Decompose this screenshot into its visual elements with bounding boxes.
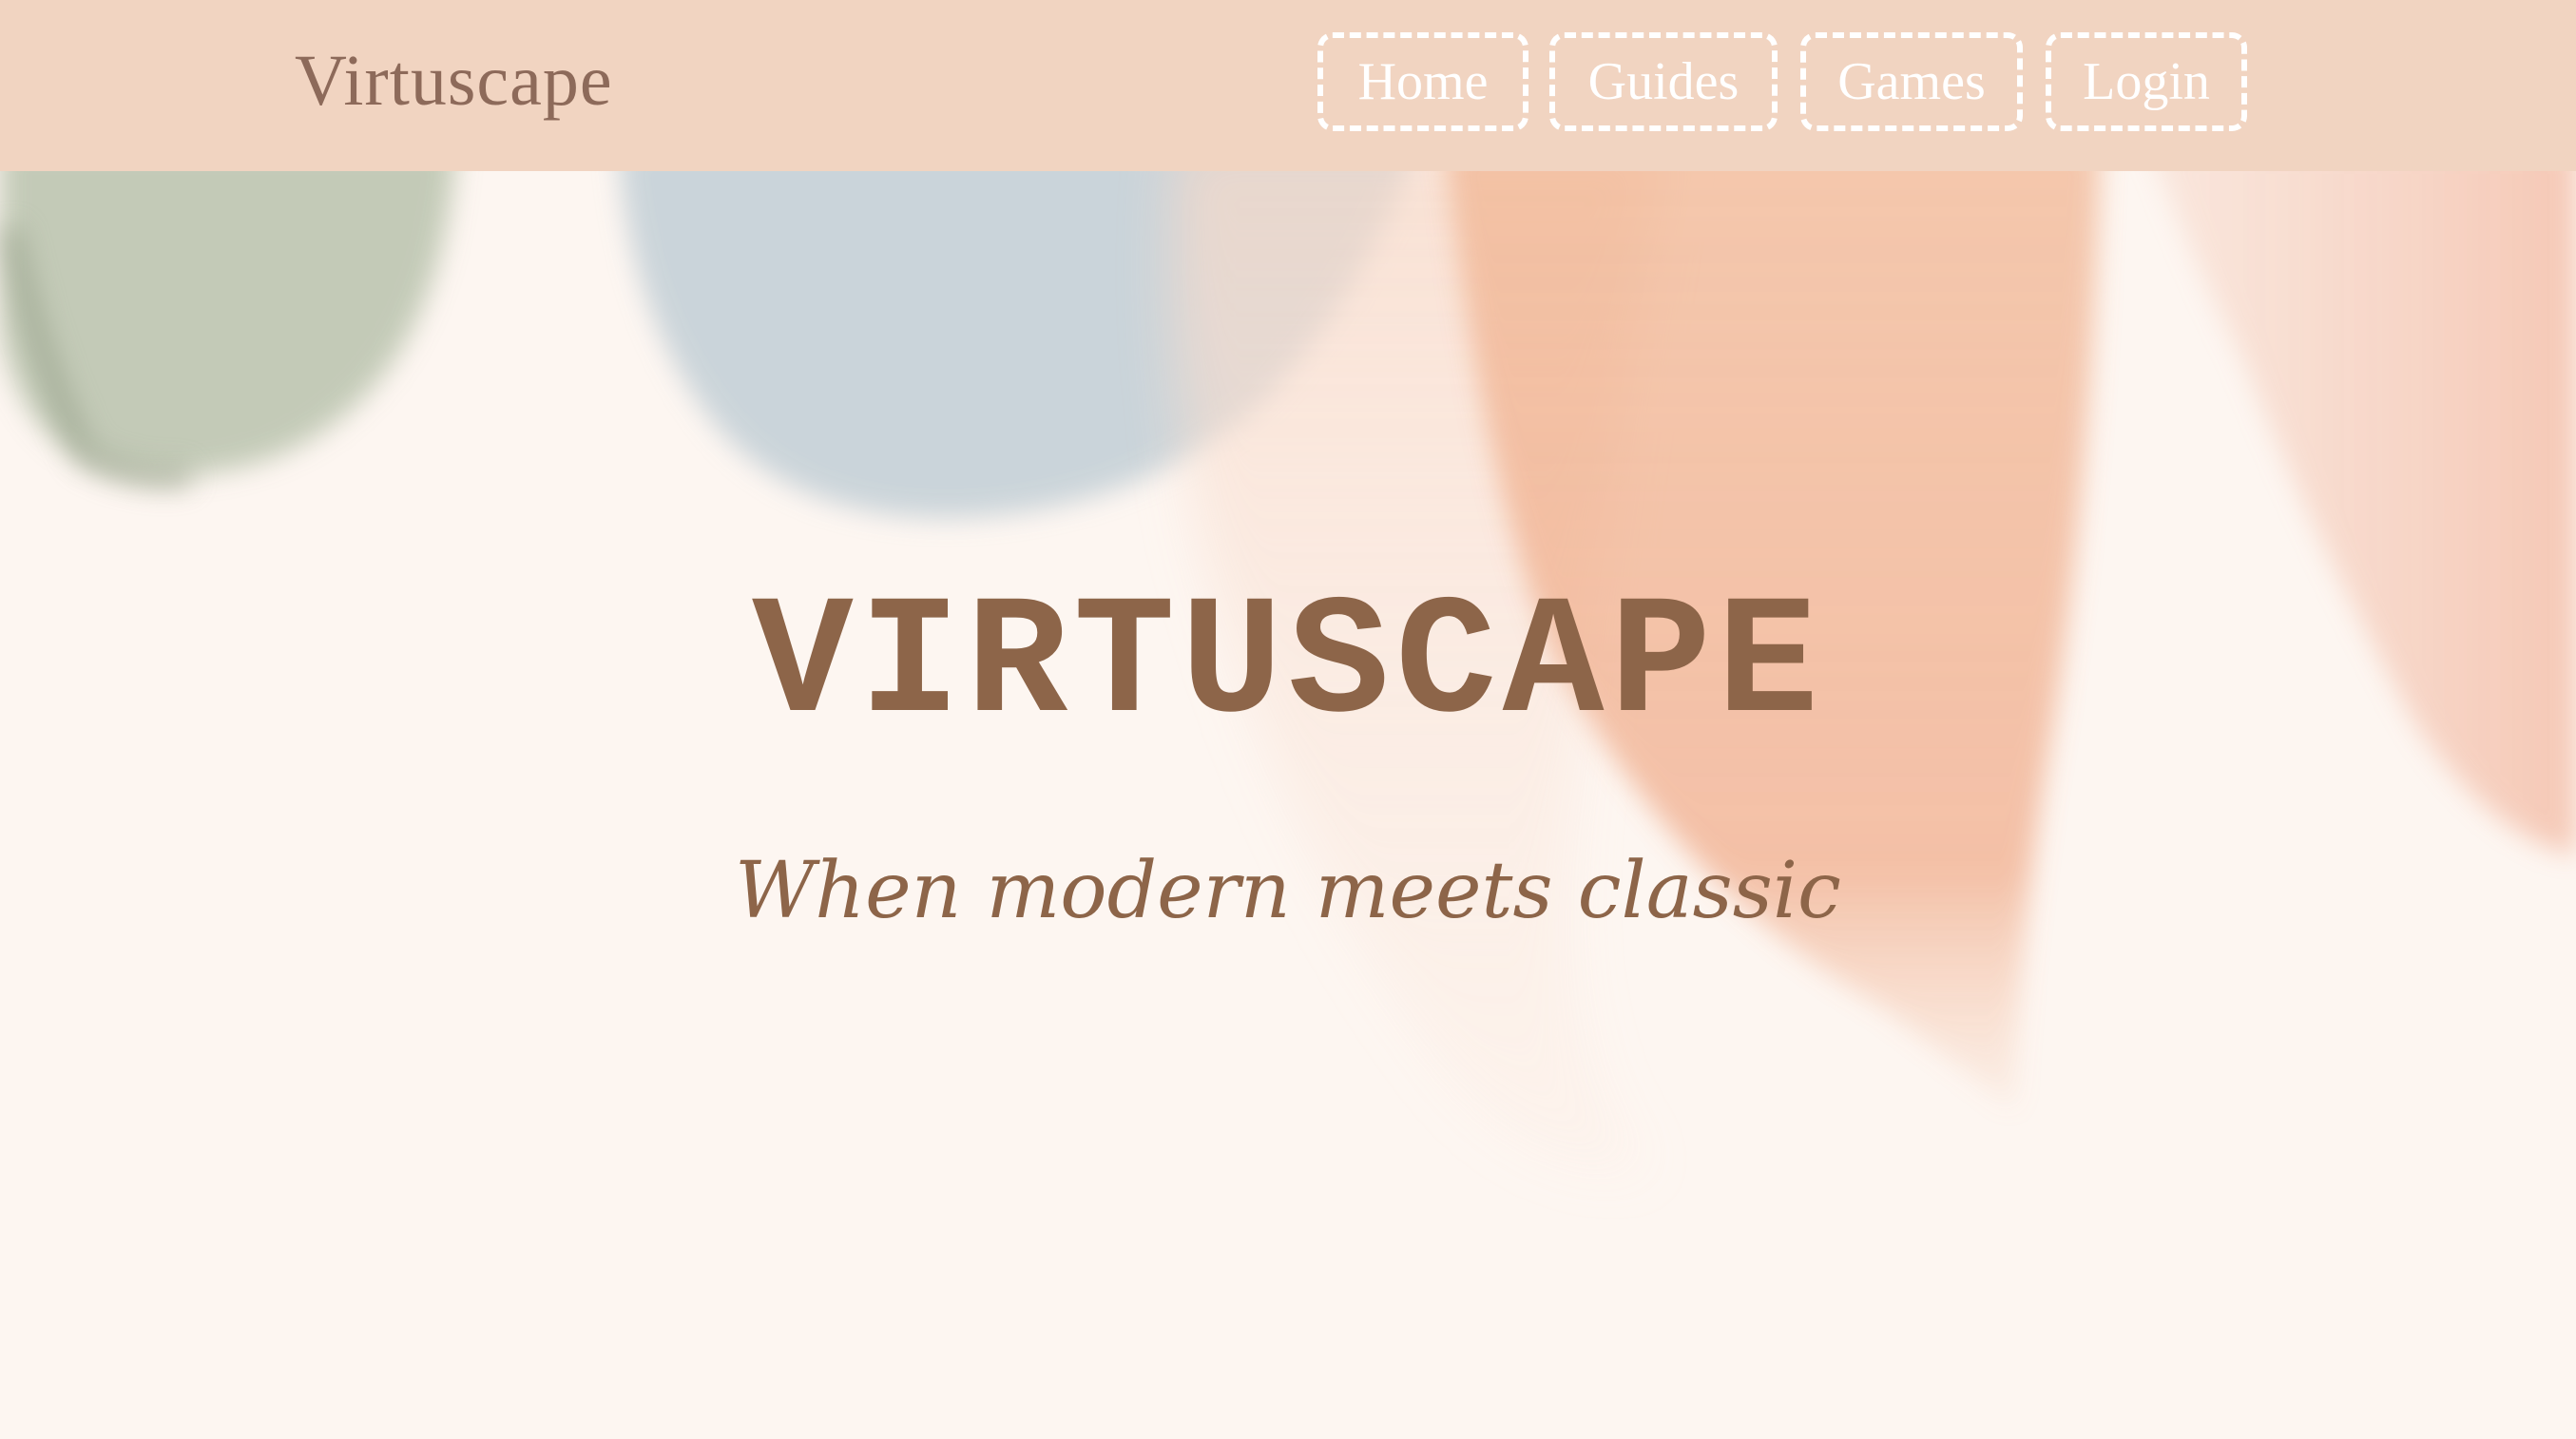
nav-games-button[interactable]: Games [1800,32,2023,131]
navbar: Virtuscape Home Guides Games Login [0,0,2576,171]
hero-title: VIRTUSCAPE [751,570,1825,761]
nav-guides-button[interactable]: Guides [1549,32,1778,131]
nav-login-button[interactable]: Login [2046,32,2247,131]
hero-subtitle: When modern meets classic [735,846,1841,936]
page: Virtuscape Home Guides Games Login VIRTU… [0,0,2576,1439]
nav-home-button[interactable]: Home [1317,32,1528,131]
brand-logo-text[interactable]: Virtuscape [295,40,613,123]
